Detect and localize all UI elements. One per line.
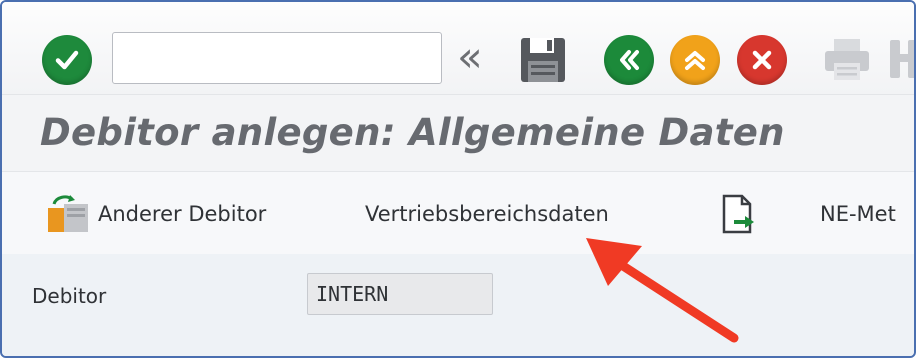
annotation-arrow-icon xyxy=(586,238,739,343)
save-icon[interactable] xyxy=(518,35,568,85)
window-frame: « Debitor anlegen: Allgemeine Daten Ande… xyxy=(0,0,916,358)
print-icon[interactable] xyxy=(822,36,872,82)
exit-icon xyxy=(685,51,705,70)
find-icon[interactable] xyxy=(886,34,916,84)
application-toolbar: Anderer Debitor Vertriebsbereichsdaten N… xyxy=(2,171,914,255)
anderer-debitor-button[interactable]: Anderer Debitor xyxy=(46,195,267,232)
vertriebsbereichsdaten-label: Vertriebsbereichsdaten xyxy=(365,202,609,226)
debitor-field: INTERN xyxy=(307,273,493,315)
ne-metadata-button[interactable]: NE-Met xyxy=(820,196,896,232)
cancel-icon xyxy=(752,50,772,70)
enter-check-icon xyxy=(55,50,79,70)
anderer-debitor-label: Anderer Debitor xyxy=(98,202,267,226)
title-bar: Debitor anlegen: Allgemeine Daten xyxy=(2,94,914,171)
standard-toolbar: « xyxy=(2,2,914,94)
debitor-label: Debitor xyxy=(32,284,107,308)
page-title: Debitor anlegen: Allgemeine Daten xyxy=(40,111,785,154)
enter-button[interactable] xyxy=(42,35,92,85)
back-icon xyxy=(620,50,639,70)
other-customer-icon xyxy=(48,195,88,232)
ne-metadata-label: NE-Met xyxy=(820,202,896,226)
command-field[interactable] xyxy=(112,32,442,84)
exit-button[interactable] xyxy=(670,35,720,85)
double-left-chevron-icon[interactable]: « xyxy=(457,36,483,78)
cancel-button[interactable] xyxy=(737,35,787,85)
form-area: Debitor INTERN xyxy=(2,254,914,356)
back-button[interactable] xyxy=(604,35,654,85)
